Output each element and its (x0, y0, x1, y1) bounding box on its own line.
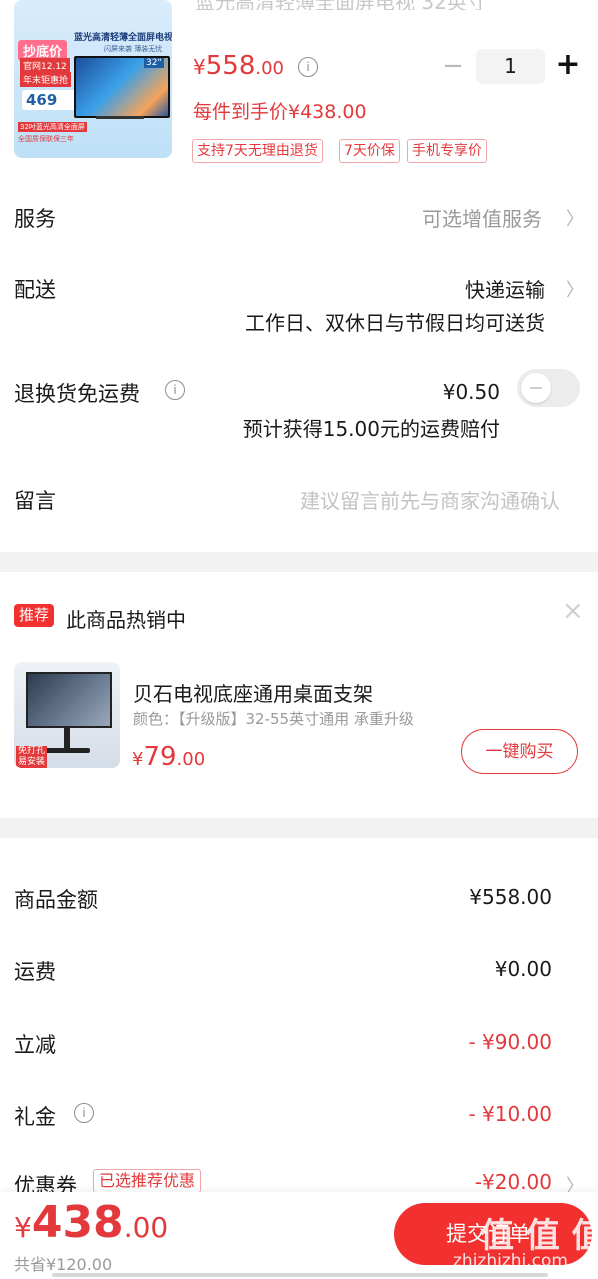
return-shipping-toggle[interactable] (517, 369, 580, 407)
thumb-sub: 闪屏来袭 薄装无忧 (104, 45, 163, 53)
qty-input[interactable]: 1 (476, 49, 545, 84)
gift-value: - ¥10.00 (468, 1102, 552, 1126)
thumb-tag-line-2: 易安装 (16, 757, 48, 768)
thumb-headline: 蓝光高清轻薄全面屏电视 (74, 33, 172, 43)
discount-value: - ¥90.00 (468, 1030, 552, 1054)
thumb-size-tag: 32" (144, 58, 164, 68)
thumb-footer-line-1: 32吋蓝光高清全面屏 (18, 122, 87, 132)
section-divider (0, 552, 598, 572)
info-circle-icon[interactable]: i (298, 57, 318, 77)
rec-price-int: 79 (143, 742, 177, 772)
section-divider (0, 818, 598, 838)
message-input[interactable]: 建议留言前先与商家沟通确认 (300, 485, 560, 514)
close-icon[interactable]: × (562, 596, 584, 626)
delivery-method[interactable]: 快递运输 (465, 274, 545, 303)
toggle-knob-icon (521, 373, 551, 403)
watermark-url: zhizhizhi.com (453, 1251, 568, 1271)
return-shipping-price: ¥0.50 (442, 380, 500, 404)
goods-amount-label: 商品金额 (14, 888, 98, 912)
rec-price-symbol: ¥ (132, 749, 144, 770)
watermark-logo: 值 值 值 (480, 1216, 598, 1256)
shipping-fee-label: 运费 (14, 960, 56, 984)
tag-mobile-exclusive: 手机专享价 (407, 139, 487, 163)
return-info-icon[interactable]: i (165, 380, 185, 400)
total-price: ¥438.00 (14, 1197, 168, 1248)
price-int: 558 (205, 51, 256, 81)
recommend-badge: 推荐 (14, 604, 55, 627)
qty-minus-button[interactable]: − (440, 50, 466, 82)
recommend-item-price: ¥79.00 (132, 742, 205, 772)
total-int: 438 (31, 1197, 124, 1248)
gift-info-icon[interactable]: i (74, 1103, 94, 1123)
service-value[interactable]: 可选增值服务 (422, 203, 542, 232)
stand-base-icon (44, 748, 90, 753)
home-indicator (52, 1273, 548, 1277)
thumb-footer-line-2: 全国质保联保三年 (18, 135, 74, 143)
message-label: 留言 (14, 489, 56, 513)
saved-amount: 共省¥120.00 (14, 1255, 113, 1274)
recommend-item-spec: 颜色：【升级版】32-55英寸通用 承重升级 (133, 710, 414, 728)
stand-pole-icon (64, 726, 70, 748)
per-unit-price: 每件到手价¥438.00 (193, 101, 367, 123)
recommend-item-name[interactable]: 贝石电视底座通用桌面支架 (133, 678, 373, 707)
tv-stand-icon (96, 116, 144, 119)
gift-label: 礼金 (14, 1105, 56, 1129)
thumb-price-badge: 469 (22, 90, 80, 110)
thumb-promo-line-2: 年末钜惠抢 (20, 72, 72, 87)
tag-7day-return: 支持7天无理由退货 (192, 139, 323, 163)
product-price: ¥558.00 (193, 51, 284, 81)
tv-image-icon (26, 672, 112, 728)
tag-7day-price-protect: 7天价保 (339, 139, 400, 163)
qty-plus-button[interactable]: + (554, 48, 582, 82)
service-chevron-right-icon[interactable]: 〉 (566, 205, 584, 231)
price-symbol: ¥ (193, 55, 206, 79)
quick-buy-button[interactable]: 一键购买 (461, 729, 578, 774)
coupon-value[interactable]: -¥20.00 (475, 1170, 552, 1194)
delivery-chevron-right-icon[interactable]: 〉 (566, 276, 584, 302)
shipping-fee-value: ¥0.00 (494, 957, 552, 981)
return-shipping-note: 预计获得15.00元的运费赔付 (242, 417, 500, 441)
goods-amount-value: ¥558.00 (469, 885, 552, 909)
total-dec: .00 (123, 1211, 169, 1244)
delivery-note: 工作日、双休日与节假日均可送货 (245, 311, 545, 335)
recommend-item-thumbnail[interactable]: 免打孔 易安装 (14, 662, 120, 768)
price-dec: .00 (255, 58, 285, 79)
recommend-title: 此商品热销中 (66, 608, 186, 632)
thumb-tag-line-1: 免打孔 (16, 746, 48, 757)
discount-label: 立减 (14, 1033, 56, 1057)
delivery-label: 配送 (14, 278, 56, 302)
rec-price-dec: .00 (176, 749, 206, 770)
product-thumbnail[interactable]: 抄底价 官网12.12 年末钜惠抢 469 蓝光高清轻薄全面屏电视 闪屏来袭 薄… (14, 0, 172, 158)
coupon-tag: 已选推荐优惠 (93, 1169, 202, 1193)
thumb-promo-line-1: 官网12.12 (20, 58, 70, 73)
return-shipping-label: 退换货免运费 (14, 382, 140, 406)
product-title-partial: 蓝光高清轻薄全面屏电视 32英寸 (195, 0, 555, 10)
service-label: 服务 (14, 207, 56, 231)
total-symbol: ¥ (14, 1211, 32, 1244)
